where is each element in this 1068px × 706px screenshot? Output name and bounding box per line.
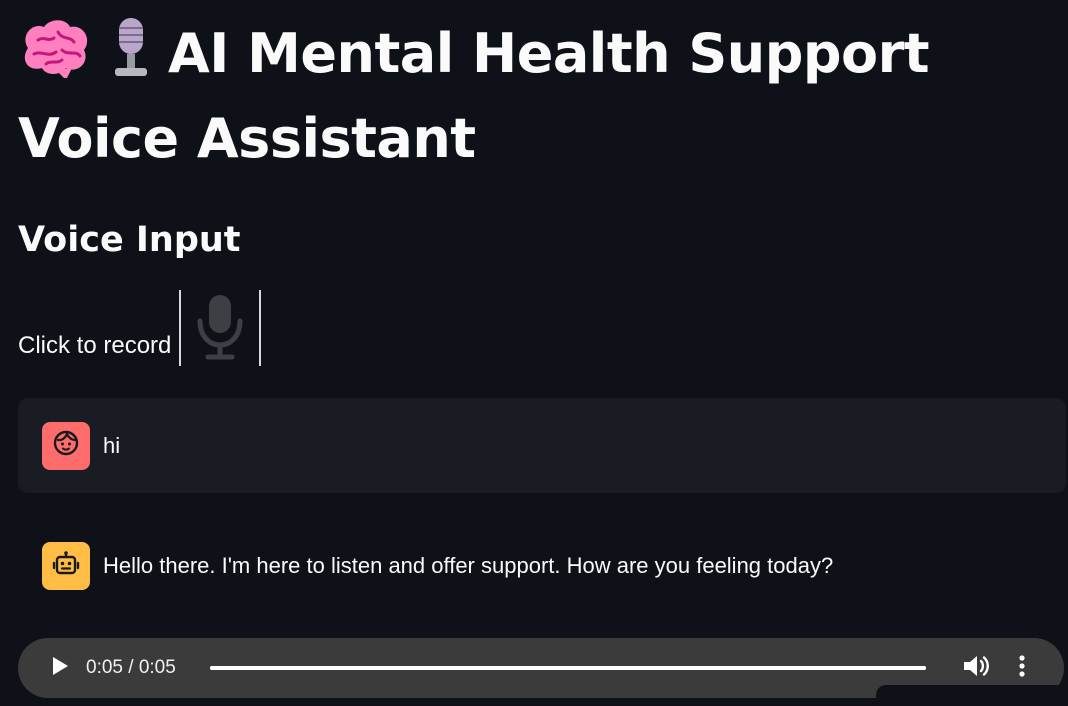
more-options-button[interactable] — [1002, 648, 1042, 688]
record-label: Click to record — [18, 332, 172, 359]
chat-message-assistant: Hello there. I'm here to listen and offe… — [18, 520, 1066, 612]
record-button[interactable] — [179, 290, 262, 366]
bottom-overlay — [876, 685, 1068, 706]
volume-icon — [962, 654, 990, 683]
assistant-avatar — [42, 542, 90, 590]
voice-input-subheader: Voice Input — [18, 220, 241, 260]
chat-message-user: hi — [18, 398, 1066, 493]
audio-progress-fill — [210, 666, 926, 670]
message-text: Hello there. I'm here to listen and offe… — [103, 553, 834, 578]
microphone-emoji-icon — [108, 16, 154, 99]
page-title-text: AI Mental Health Support Voice Assistant — [18, 22, 930, 170]
user-face-icon — [52, 429, 80, 462]
play-icon — [51, 656, 69, 681]
more-options-icon — [1018, 654, 1026, 683]
user-avatar — [42, 421, 90, 470]
volume-button[interactable] — [956, 648, 996, 688]
voice-recorder: Click to record — [18, 286, 262, 366]
robot-icon — [52, 550, 80, 583]
brain-icon — [18, 18, 94, 99]
play-button[interactable] — [40, 648, 80, 688]
audio-progress-slider[interactable] — [210, 666, 926, 670]
page-title: AI Mental Health Support Voice Assistant — [18, 14, 1018, 178]
app-page: AI Mental Health Support Voice Assistant… — [0, 0, 1068, 706]
message-text: hi — [103, 432, 121, 458]
microphone-icon — [192, 291, 248, 366]
audio-time: 0:05 / 0:05 — [86, 657, 176, 678]
